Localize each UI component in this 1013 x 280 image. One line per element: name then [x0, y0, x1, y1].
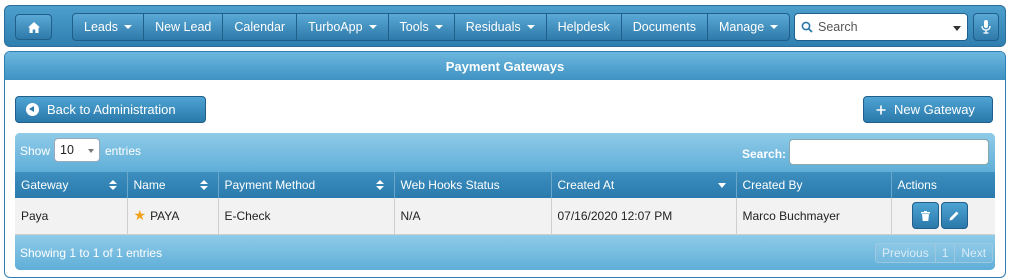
new-gateway-label: New Gateway: [894, 102, 975, 117]
chevron-down-icon: [88, 149, 94, 153]
nav-calendar[interactable]: Calendar: [223, 14, 298, 40]
chevron-down-icon: [368, 25, 377, 29]
sort-icon: [108, 180, 117, 190]
pagination: Previous 1 Next: [875, 243, 994, 263]
search-dropdown-icon[interactable]: [953, 26, 961, 31]
page-size-select[interactable]: 10: [54, 138, 100, 162]
edit-button[interactable]: [940, 202, 968, 230]
nav-manage-label: Manage: [718, 20, 765, 34]
chevron-down-icon: [526, 25, 535, 29]
pagination-page-1[interactable]: 1: [935, 244, 956, 262]
table-header-row: Gateway Name Payment Method Web Hooks St…: [15, 172, 995, 198]
sort-icon: [199, 180, 208, 190]
show-label: Show: [20, 144, 51, 158]
global-search[interactable]: [794, 13, 968, 41]
nav-residuals[interactable]: Residuals: [455, 14, 547, 40]
nav-new-lead-label: New Lead: [155, 20, 212, 34]
cell-gateway: Paya: [15, 198, 128, 235]
star-icon[interactable]: ★: [134, 207, 147, 224]
home-icon: [27, 21, 40, 33]
cell-name-value: PAYA: [150, 209, 180, 224]
entries-info: Showing 1 to 1 of 1 entries: [20, 246, 163, 260]
nav-leads-label: Leads: [84, 20, 119, 34]
panel-title: Payment Gateways: [5, 52, 1005, 80]
page-size-value: 10: [60, 143, 74, 157]
cell-payment-method: E-Check: [218, 198, 395, 235]
table-search-label: Search:: [742, 147, 787, 161]
column-header-gateway[interactable]: Gateway: [15, 172, 128, 198]
chevron-down-icon: [124, 25, 133, 29]
circle-back-icon: [26, 103, 39, 116]
nav-residuals-label: Residuals: [465, 20, 521, 34]
entries-label: entries: [105, 144, 142, 158]
plus-icon: [876, 105, 886, 114]
table-row: Paya ★ PAYA E-Check N/A 07/16/2020 12:07 …: [15, 198, 995, 235]
nav-turboapp[interactable]: TurboApp: [297, 14, 389, 40]
main-menu: Leads New Lead Calendar TurboApp Tools R…: [72, 13, 791, 41]
nav-tools-label: Tools: [399, 20, 429, 34]
gateways-table: Gateway Name Payment Method Web Hooks St…: [15, 172, 995, 235]
nav-calendar-label: Calendar: [234, 20, 286, 34]
pencil-icon: [949, 211, 959, 221]
column-header-web-hooks-status-label: Web Hooks Status: [400, 178, 500, 192]
sort-icon: [375, 180, 384, 190]
search-icon: [801, 21, 813, 33]
new-gateway-button[interactable]: New Gateway: [863, 96, 993, 123]
nav-new-lead[interactable]: New Lead: [144, 14, 224, 40]
sort-descending-icon: [717, 183, 726, 188]
back-button-label: Back to Administration: [47, 102, 176, 117]
chevron-down-icon: [770, 25, 779, 29]
nav-turboapp-label: TurboApp: [308, 20, 363, 34]
nav-documents-label: Documents: [632, 20, 696, 34]
cell-name: ★ PAYA: [127, 198, 219, 235]
cell-created-at: 07/16/2020 12:07 PM: [551, 198, 737, 235]
gateways-table-wrapper: Show 10 entries Search: Gateway Name Pay…: [15, 133, 995, 270]
column-header-gateway-label: Gateway: [21, 178, 69, 192]
home-button[interactable]: [15, 14, 52, 40]
top-navigation-bar: Leads New Lead Calendar TurboApp Tools R…: [4, 5, 1006, 47]
column-header-name[interactable]: Name: [127, 172, 219, 198]
column-header-created-by: Created By: [736, 172, 892, 198]
column-header-actions-label: Actions: [897, 178, 937, 192]
pagination-next[interactable]: Next: [955, 244, 993, 262]
table-toolbar: Show 10 entries Search:: [15, 133, 995, 172]
nav-helpdesk-label: Helpdesk: [557, 20, 610, 34]
pagination-previous[interactable]: Previous: [876, 244, 936, 262]
column-header-name-label: Name: [133, 178, 166, 192]
nav-manage[interactable]: Manage: [708, 14, 789, 40]
trash-icon: [920, 210, 930, 221]
chevron-down-icon: [434, 25, 443, 29]
nav-tools[interactable]: Tools: [389, 14, 455, 40]
column-header-created-by-label: Created By: [742, 178, 803, 192]
cell-created-by: Marco Buchmayer: [736, 198, 892, 235]
column-header-created-at-label: Created At: [557, 178, 615, 192]
microphone-icon: [981, 20, 991, 34]
column-header-payment-method[interactable]: Payment Method: [218, 172, 395, 198]
column-header-web-hooks-status: Web Hooks Status: [394, 172, 552, 198]
column-header-payment-method-label: Payment Method: [224, 178, 316, 192]
column-header-actions: Actions: [891, 172, 995, 198]
delete-button[interactable]: [911, 202, 939, 230]
cell-actions: [891, 198, 995, 235]
nav-helpdesk[interactable]: Helpdesk: [547, 14, 622, 40]
global-search-input[interactable]: [818, 20, 948, 34]
back-to-administration-button[interactable]: Back to Administration: [15, 96, 206, 123]
cell-web-hooks-status: N/A: [394, 198, 552, 235]
nav-documents[interactable]: Documents: [622, 14, 708, 40]
table-footer: Showing 1 to 1 of 1 entries Previous 1 N…: [15, 235, 995, 270]
nav-leads[interactable]: Leads: [73, 14, 145, 40]
column-header-created-at[interactable]: Created At: [551, 172, 737, 198]
voice-search-button[interactable]: [973, 13, 999, 41]
table-search-input[interactable]: [789, 139, 989, 165]
payment-gateways-panel: Payment Gateways Back to Administration …: [4, 51, 1006, 278]
